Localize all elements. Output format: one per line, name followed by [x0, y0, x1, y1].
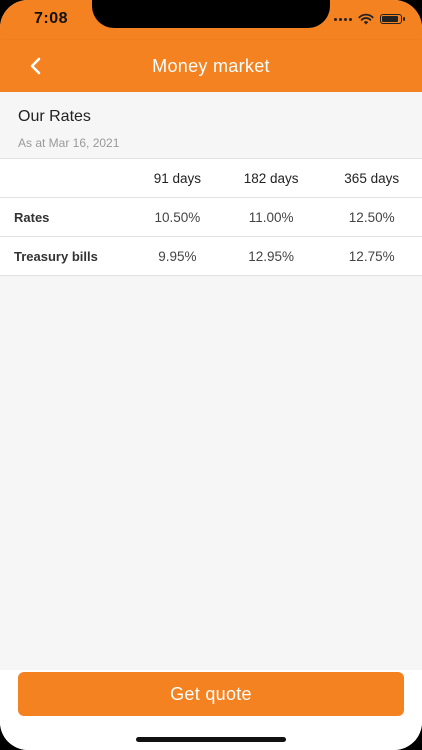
status-time: 7:08 [34, 10, 69, 27]
column-header-182-days: 182 days [220, 158, 322, 198]
get-quote-button[interactable]: Get quote [18, 672, 404, 716]
row-label-rates: Rates [0, 197, 134, 237]
rate-value: 10.50% [134, 197, 221, 237]
rates-date: As at Mar 16, 2021 [18, 136, 120, 150]
rate-value: 9.95% [134, 236, 221, 276]
column-header-365-days: 365 days [321, 158, 422, 198]
rate-value: 12.50% [321, 197, 422, 237]
back-button[interactable] [22, 52, 50, 80]
wifi-icon [358, 13, 374, 25]
table-header-empty [0, 158, 134, 198]
column-header-91-days: 91 days [134, 158, 221, 198]
rate-value: 11.00% [220, 197, 322, 237]
chevron-left-icon [30, 57, 41, 75]
status-icons [334, 13, 405, 25]
battery-icon [380, 14, 405, 24]
device-notch [92, 0, 330, 28]
table-row: Rates 10.50% 11.00% 12.50% [0, 197, 422, 237]
navigation-bar: Money market [0, 40, 422, 92]
rates-table: 91 days 182 days 365 days Rates 10.50% 1… [0, 158, 422, 276]
status-bar: 7:08 [0, 0, 422, 40]
table-row: Treasury bills 9.95% 12.95% 12.75% [0, 236, 422, 276]
main-content: Our Rates As at Mar 16, 2021 91 days 182… [0, 92, 422, 276]
bottom-action-area: Get quote [0, 670, 422, 750]
rate-value: 12.95% [220, 236, 322, 276]
home-indicator[interactable] [136, 737, 286, 742]
section-title: Our Rates [18, 108, 91, 125]
table-header-row: 91 days 182 days 365 days [0, 158, 422, 198]
row-label-treasury-bills: Treasury bills [0, 236, 134, 276]
section-header: Our Rates As at Mar 16, 2021 [0, 92, 422, 158]
page-title: Money market [152, 55, 270, 76]
app-screen: 7:08 Money market Our Rates As at Mar 16… [0, 0, 422, 750]
signal-icon [334, 17, 352, 21]
rate-value: 12.75% [321, 236, 422, 276]
